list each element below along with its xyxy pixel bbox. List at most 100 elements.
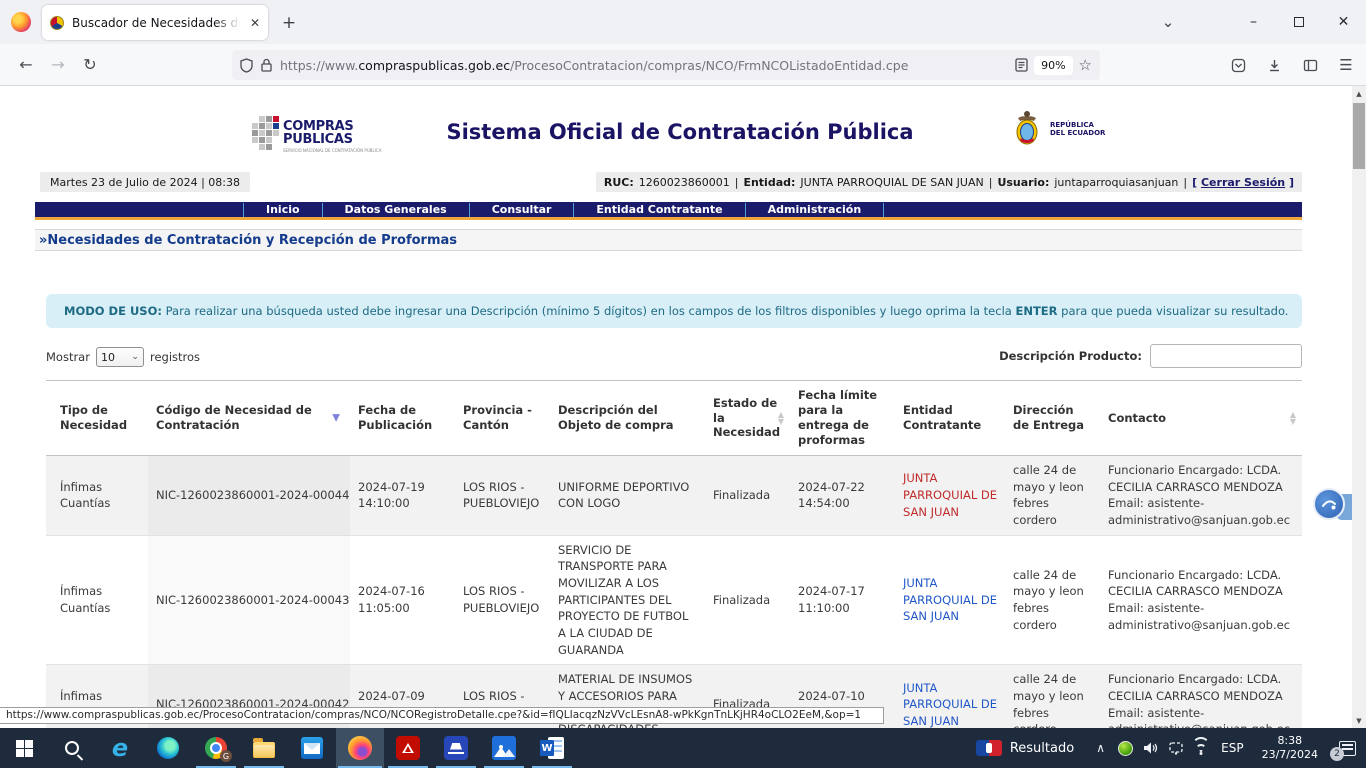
entidad-link[interactable]: JUNTA PARROQUIAL DE SAN JUAN	[903, 471, 997, 518]
usage-tail: para que pueda visualizar su resultado.	[1058, 304, 1289, 318]
window-minimize-button[interactable]: –	[1231, 0, 1276, 44]
table-row: Ínfimas Cuantías NIC-1260023860001-2024-…	[46, 535, 1302, 665]
url-text[interactable]: https://www.compraspublicas.gob.ec/Proce…	[280, 58, 1015, 73]
filter-label: Descripción Producto:	[999, 349, 1142, 363]
zoom-level-badge[interactable]: 90%	[1034, 56, 1072, 75]
vertical-scrollbar[interactable]: ▲ ▼	[1352, 86, 1366, 728]
product-filter: Descripción Producto:	[999, 344, 1302, 368]
col-header-provincia[interactable]: Provincia - Cantón	[455, 381, 550, 456]
language-indicator[interactable]: ESP	[1213, 741, 1251, 755]
col-header-tipo[interactable]: Tipo de Necesidad	[46, 381, 148, 456]
col-header-estado[interactable]: Estado de la Necesidad▲▼	[705, 381, 790, 456]
taskbar-edge[interactable]	[144, 728, 192, 768]
system-tray: Resultado ∧ ESP 8:38 23/7/2024 2	[976, 728, 1366, 768]
entidad-link[interactable]: JUNTA PARROQUIAL DE SAN JUAN	[903, 681, 997, 728]
col-header-direccion[interactable]: Dirección de Entrega	[1005, 381, 1100, 456]
lock-icon[interactable]	[261, 58, 272, 72]
taskbar-chrome[interactable]: G	[192, 728, 240, 768]
nav-item-consultar[interactable]: Consultar	[469, 203, 574, 217]
taskbar-scanner-app[interactable]	[432, 728, 480, 768]
page-content: COMPRAS PUBLICAS SERVICIO NACIONAL DE CO…	[0, 86, 1366, 728]
cell-direccion: calle 24 de mayo y leon febres cordero	[1005, 665, 1100, 728]
taskbar-file-explorer[interactable]	[240, 728, 288, 768]
entidad-label: Entidad:	[743, 176, 795, 189]
col-header-fecha-publicacion[interactable]: Fecha de Publicación	[350, 381, 455, 456]
mail-icon	[301, 737, 323, 759]
records-per-page-select[interactable]: 10 ⌄	[96, 347, 144, 367]
nav-item-inicio[interactable]: Inicio	[243, 203, 322, 217]
col-header-contacto[interactable]: Contacto▲▼	[1100, 381, 1302, 456]
browser-tab[interactable]: Buscador de Necesidades de Co ✕	[42, 5, 268, 40]
taskbar-firefox-active[interactable]	[336, 728, 384, 768]
taskbar-search-button[interactable]	[48, 728, 96, 768]
page-heading-bar: »Necesidades de Contratación y Recepción…	[35, 229, 1302, 251]
back-button[interactable]: ←	[10, 50, 42, 80]
cell-codigo: NIC-1260023860001-2024-00044	[148, 456, 350, 536]
taskbar-word[interactable]: W	[528, 728, 576, 768]
firefox-view-icon[interactable]	[11, 12, 31, 32]
acrobat-icon	[396, 736, 420, 760]
records-per-page-value: 10	[101, 351, 115, 364]
scroll-up-icon[interactable]: ▲	[1352, 86, 1366, 101]
news-widget-icon[interactable]	[976, 740, 1002, 756]
forward-button[interactable]: →	[42, 50, 74, 80]
col-header-descripcion[interactable]: Descripción del Objeto de compra	[550, 381, 705, 456]
scrollbar-thumb[interactable]	[1353, 103, 1365, 169]
maximize-icon	[1294, 17, 1304, 27]
scroll-down-icon[interactable]: ▼	[1352, 713, 1366, 728]
tab-close-icon[interactable]: ✕	[250, 16, 260, 30]
save-to-pocket-icon[interactable]	[1224, 51, 1252, 79]
taskbar-clock[interactable]: 8:38 23/7/2024	[1252, 734, 1328, 762]
cell-contacto: Funcionario Encargado: LCDA. CECILIA CAR…	[1100, 665, 1302, 728]
floating-widget-button[interactable]	[1313, 488, 1345, 520]
entidad-link[interactable]: JUNTA PARROQUIAL DE SAN JUAN	[903, 576, 997, 623]
republic-emblem: REPÚBLICA DEL ECUADOR	[1010, 108, 1105, 150]
taskbar-mail[interactable]	[288, 728, 336, 768]
sort-both-icon[interactable]: ▲▼	[1290, 411, 1296, 425]
logout-link[interactable]: [ Cerrar Sesión ]	[1192, 176, 1294, 189]
cell-codigo: NIC-1260023860001-2024-00043	[148, 535, 350, 665]
sort-both-icon[interactable]: ▲▼	[778, 411, 784, 425]
notification-count-badge: 2	[1330, 747, 1344, 761]
nav-item-entidad-contratante[interactable]: Entidad Contratante	[573, 203, 744, 217]
taskbar-internet-explorer[interactable]: e	[96, 728, 144, 768]
taskbar-photos[interactable]	[480, 728, 528, 768]
tray-chevron-up-icon[interactable]: ∧	[1088, 728, 1113, 768]
bookmark-star-icon[interactable]: ☆	[1079, 56, 1092, 74]
scanner-app-icon	[444, 736, 468, 760]
taskbar-acrobat[interactable]	[384, 728, 432, 768]
tracking-shield-icon[interactable]	[240, 58, 253, 73]
descripcion-producto-input[interactable]	[1150, 344, 1302, 368]
col-header-entidad[interactable]: Entidad Contratante	[895, 381, 1005, 456]
window-maximize-button[interactable]	[1276, 0, 1321, 44]
word-icon: W	[540, 736, 564, 760]
url-bar[interactable]: https://www.compraspublicas.gob.ec/Proce…	[232, 50, 1100, 80]
nav-item-datos-generales[interactable]: Datos Generales	[322, 203, 469, 217]
window-close-button[interactable]: ✕	[1321, 0, 1366, 44]
reader-view-icon[interactable]	[1015, 58, 1028, 72]
sort-descending-icon[interactable]: ▼	[332, 412, 340, 425]
clock-date: 23/7/2024	[1262, 748, 1318, 762]
volume-icon[interactable]	[1138, 728, 1163, 768]
reload-button[interactable]: ↻	[74, 50, 106, 80]
wifi-icon[interactable]	[1188, 728, 1213, 768]
antivirus-tray-icon[interactable]	[1113, 728, 1138, 768]
cast-device-icon[interactable]	[1163, 728, 1188, 768]
sidebars-icon[interactable]	[1296, 51, 1324, 79]
start-button[interactable]	[0, 728, 48, 768]
list-tabs-icon[interactable]: ⌄	[1150, 0, 1186, 44]
nav-item-administracion[interactable]: Administración	[745, 203, 885, 217]
notification-center-button[interactable]: 2	[1328, 728, 1366, 768]
site-title: Sistema Oficial de Contratación Pública	[300, 120, 1060, 144]
downloads-icon[interactable]	[1260, 51, 1288, 79]
cell-fecha-publicacion: 2024-07-19 14:10:00	[350, 456, 455, 536]
col-header-fecha-limite[interactable]: Fecha límite para la entrega de proforma…	[790, 381, 895, 456]
news-widget-label[interactable]: Resultado	[1010, 741, 1074, 756]
usage-enter-label: ENTER	[1015, 304, 1057, 318]
col-header-codigo[interactable]: Código de Necesidad de Contratación▼	[148, 381, 350, 456]
new-tab-button[interactable]: +	[276, 10, 302, 36]
menu-hamburger-icon[interactable]: ☰	[1332, 51, 1360, 79]
show-records-control: Mostrar 10 ⌄ registros	[46, 346, 200, 368]
browser-toolbar: ← → ↻ https://www.compraspublicas.gob.ec…	[0, 44, 1366, 86]
photos-icon	[492, 736, 516, 760]
